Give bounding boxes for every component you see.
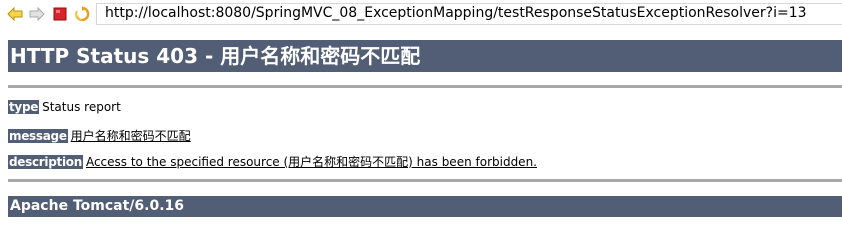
server-footer: Apache Tomcat/6.0.16 bbox=[8, 196, 842, 217]
type-label: type bbox=[8, 100, 40, 114]
footer-divider bbox=[8, 179, 842, 182]
message-label: message bbox=[8, 129, 68, 143]
description-value: Access to the specified resource (用户名称和密… bbox=[85, 155, 537, 169]
type-row: type Status report bbox=[8, 100, 121, 114]
report-body: type Status report message 用户名称和密码不匹配 desc… bbox=[8, 0, 842, 217]
type-value: Status report bbox=[42, 100, 121, 114]
message-row: message 用户名称和密码不匹配 bbox=[8, 127, 191, 144]
message-value: 用户名称和密码不匹配 bbox=[70, 129, 191, 143]
description-row: description Access to the specified resou… bbox=[8, 153, 537, 170]
description-label: description bbox=[8, 155, 83, 169]
